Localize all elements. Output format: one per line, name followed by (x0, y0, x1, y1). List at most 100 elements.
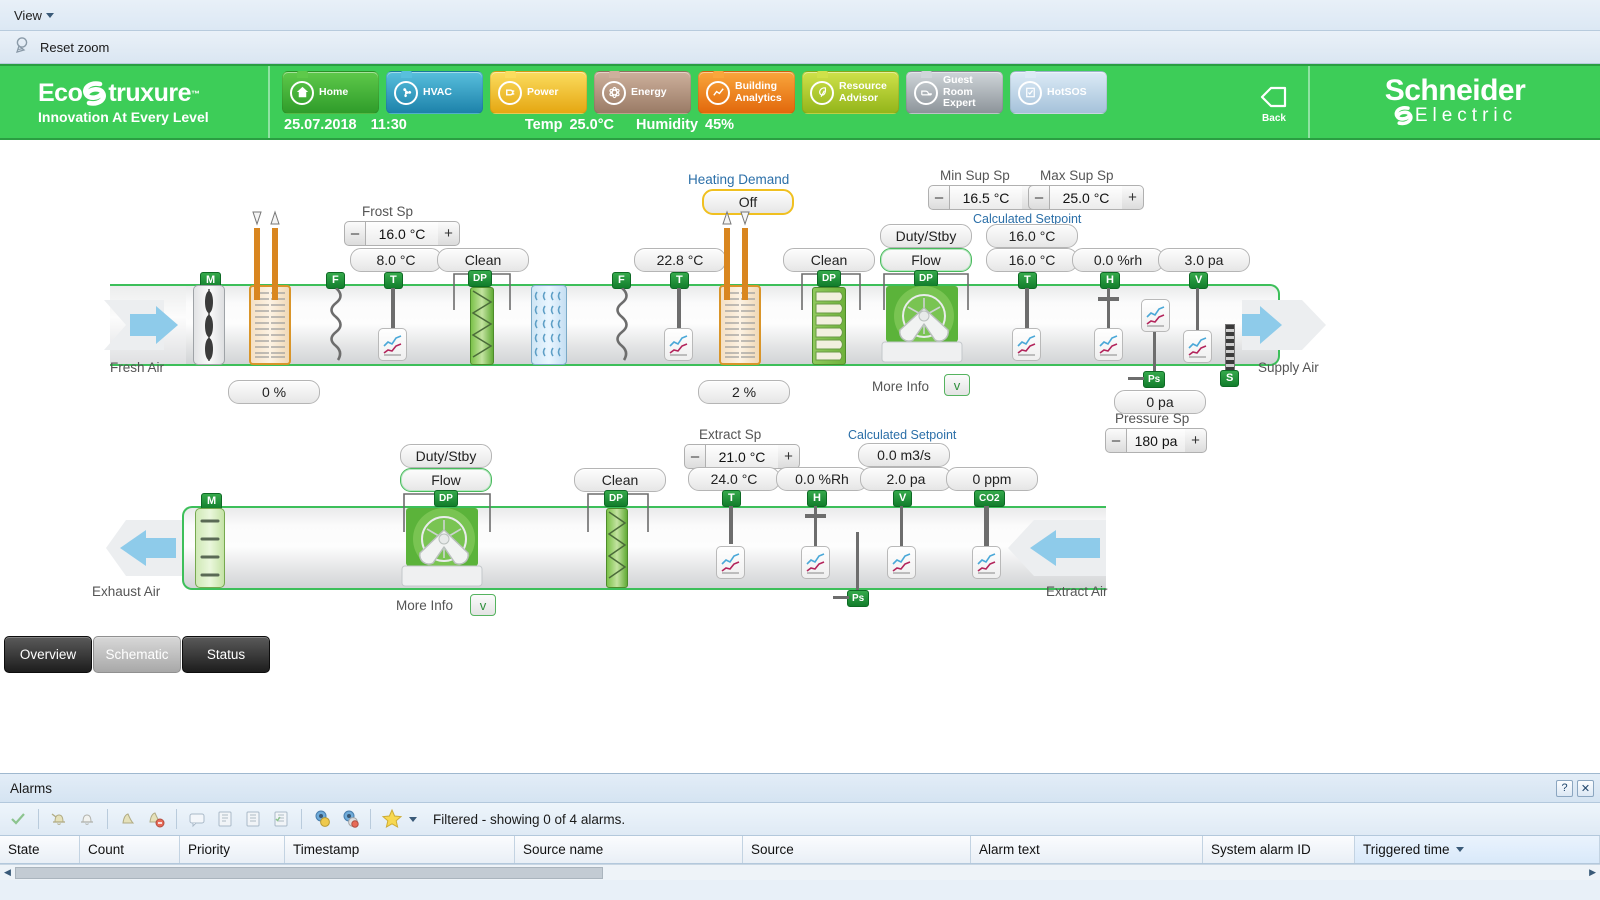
valve-position-readout[interactable]: 2 % (698, 380, 790, 404)
scroll-left-arrow-icon[interactable]: ◀ (0, 867, 15, 878)
supply-humidity-trend[interactable] (1094, 328, 1123, 361)
extract-temp-trend[interactable] (716, 546, 745, 579)
extract-humidity-readout[interactable]: 0.0 %Rh (776, 467, 868, 491)
alarms-column-timestamp[interactable]: Timestamp (285, 836, 515, 863)
scroll-right-arrow-icon[interactable]: ▶ (1585, 867, 1600, 878)
extract-co2-tag[interactable]: CO2 (974, 490, 1005, 507)
nav-tab-hotsos[interactable]: HotSOS (1010, 71, 1107, 114)
supply-velocity-readout[interactable]: 3.0 pa (1158, 248, 1250, 272)
back-button[interactable]: Back (1240, 66, 1310, 138)
extract-velocity-tag[interactable]: V (893, 490, 913, 507)
supply-temp-trend-1[interactable] (378, 328, 407, 361)
alarms-close-button[interactable]: ✕ (1577, 779, 1594, 797)
extract-fan-mode[interactable]: Duty/Stby (400, 444, 492, 468)
supply-filter-1-dp-tag[interactable]: DP (468, 270, 492, 287)
inlet-temp-readout[interactable]: 22.8 °C (634, 248, 726, 272)
smoke-detector[interactable] (1225, 324, 1235, 372)
max-sup-sp-increment[interactable]: + (1122, 185, 1144, 210)
alarms-column-alarm-text[interactable]: Alarm text (971, 836, 1203, 863)
min-sup-sp-decrement[interactable]: – (928, 185, 950, 210)
extract-sp-spinner[interactable]: – 21.0 °C + (684, 444, 800, 469)
supply-fan-dp-tag[interactable]: DP (914, 270, 938, 287)
extract-velocity-readout[interactable]: 2.0 pa (860, 467, 952, 491)
nav-tab-energy[interactable]: Energy (594, 71, 691, 114)
frost-temp-readout[interactable]: 8.0 °C (350, 248, 442, 272)
pressure-sp-value[interactable]: 180 pa (1127, 428, 1185, 453)
alarm-detail-icon[interactable] (213, 807, 237, 831)
nav-tab-power[interactable]: Power (490, 71, 587, 114)
view-alarm-icon[interactable] (310, 807, 334, 831)
frost-sp-increment[interactable]: + (438, 221, 460, 246)
supply-filter-2[interactable] (812, 287, 846, 365)
comment-icon[interactable] (185, 807, 209, 831)
extract-temp-tag[interactable]: T (722, 490, 741, 507)
reset-zoom-button[interactable]: Reset zoom (8, 34, 115, 61)
supply-pressure-tag[interactable]: Ps (1143, 371, 1166, 388)
max-sup-sp-value[interactable]: 25.0 °C (1050, 185, 1122, 210)
smoke-detector-tag[interactable]: S (1220, 370, 1240, 387)
extract-sp-increment[interactable]: + (778, 444, 800, 469)
scrollbar-thumb[interactable] (14, 866, 603, 879)
extract-damper[interactable] (195, 508, 225, 588)
supply-velocity-trend[interactable] (1183, 330, 1212, 363)
pressure-sp-increment[interactable]: + (1185, 428, 1207, 453)
alarms-horizontal-scrollbar[interactable]: ◀ ▶ (0, 864, 1600, 880)
bell-icon[interactable] (75, 807, 99, 831)
supply-damper[interactable] (193, 285, 225, 365)
alarms-column-source-name[interactable]: Source name (515, 836, 743, 863)
nav-tab-hvac[interactable]: HVAC (386, 71, 483, 114)
pressure-sp-decrement[interactable]: – (1105, 428, 1127, 453)
extract-humidity-tag[interactable]: H (807, 490, 827, 507)
extract-humidity-trend[interactable] (801, 546, 830, 579)
supply-temp-tag-3[interactable]: T (1018, 272, 1037, 289)
alarms-column-state[interactable]: State (0, 836, 80, 863)
cooling-coil[interactable] (531, 285, 567, 365)
hide-alarm-icon[interactable] (338, 807, 362, 831)
acknowledge-icon[interactable] (6, 807, 30, 831)
min-sup-sp-spinner[interactable]: – 16.5 °C + (928, 185, 1044, 210)
alarms-column-source[interactable]: Source (743, 836, 971, 863)
prefilter-status-readout[interactable]: Clean (437, 248, 529, 272)
view-tab-overview[interactable]: Overview (4, 636, 92, 673)
extract-velocity-trend[interactable] (887, 546, 916, 579)
frost-sp-decrement[interactable]: – (344, 221, 366, 246)
supply-fan[interactable] (878, 286, 974, 369)
damper-position-readout[interactable]: 0 % (228, 380, 320, 404)
extract-sp-decrement[interactable]: – (684, 444, 706, 469)
supply-temp-tag-2[interactable]: T (670, 272, 689, 289)
supply-flow-tag-2[interactable]: F (612, 272, 631, 289)
view-tab-status[interactable]: Status (182, 636, 270, 673)
alarms-column-triggered-time[interactable]: Triggered time (1355, 836, 1600, 863)
nav-tab-resource-advisor[interactable]: Resource Advisor (802, 71, 899, 114)
extract-fan[interactable] (398, 508, 494, 593)
nav-tab-home[interactable]: Home (282, 71, 379, 114)
supply-filter-1[interactable] (470, 287, 494, 365)
nav-tab-building-analytics[interactable]: Building Analytics (698, 71, 795, 114)
frost-sp-value[interactable]: 16.0 °C (366, 221, 438, 246)
silence-alarm-icon[interactable] (47, 807, 71, 831)
supply-fan-control[interactable]: Flow (880, 248, 972, 272)
extract-more-info-button[interactable]: v (470, 594, 496, 616)
max-sup-sp-spinner[interactable]: – 25.0 °C + (1028, 185, 1144, 210)
menu-item-view[interactable]: View (8, 6, 60, 25)
alarms-column-priority[interactable]: Priority (180, 836, 285, 863)
disable-alarm-icon[interactable] (116, 807, 140, 831)
supply-humidity-tag[interactable]: H (1100, 272, 1120, 289)
extract-fan-control[interactable]: Flow (400, 468, 492, 492)
extract-filter[interactable] (606, 508, 628, 588)
supply-temp-tag-1[interactable]: T (384, 272, 403, 289)
frost-sp-spinner[interactable]: – 16.0 °C + (344, 221, 460, 246)
alarms-column-system-alarm-id[interactable]: System alarm ID (1203, 836, 1355, 863)
pressure-sp-spinner[interactable]: – 180 pa + (1105, 428, 1207, 453)
properties-icon[interactable] (241, 807, 265, 831)
supply-temp-trend-2[interactable] (664, 328, 693, 361)
supply-calculated-setpoint-value[interactable]: 16.0 °C (986, 224, 1078, 248)
extract-filter-dp-tag[interactable]: DP (604, 490, 628, 507)
supply-fan-mode[interactable]: Duty/Stby (880, 224, 972, 248)
extract-co2-readout[interactable]: 0 ppm (946, 467, 1038, 491)
favorites-chevron-down-icon[interactable] (409, 816, 417, 822)
extract-temp-readout[interactable]: 24.0 °C (688, 467, 780, 491)
extract-fan-dp-tag[interactable]: DP (434, 490, 458, 507)
supply-pressure-trend[interactable] (1141, 299, 1170, 332)
supply-humidity-readout[interactable]: 0.0 %rh (1072, 248, 1164, 272)
